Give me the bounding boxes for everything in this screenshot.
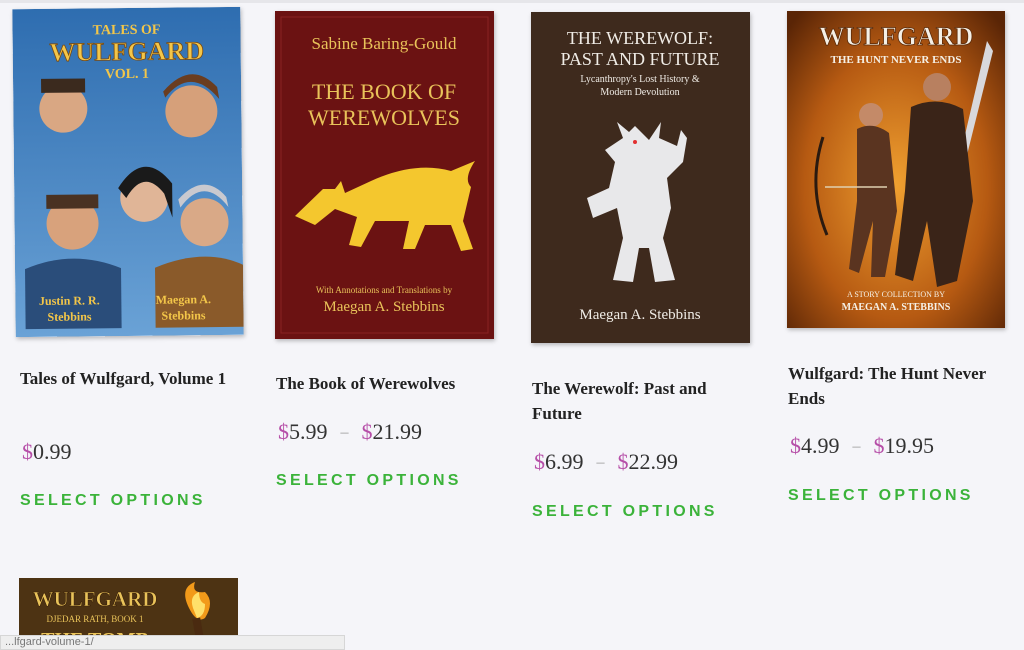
select-options-button[interactable]: SELECT OPTIONS	[20, 492, 206, 510]
product-price: $6.99– $22.99	[534, 449, 678, 475]
cover-author: Maegan A. Stebbins	[579, 307, 700, 323]
product-cover-image[interactable]: THE WEREWOLF: PAST AND FUTURE Lycanthrop…	[531, 12, 750, 343]
product-cover-image[interactable]: TALES OF WULFGARD VOL. 1 Justin R. R. St…	[12, 6, 244, 338]
currency-symbol: $	[361, 419, 373, 444]
cover-author: MAEGAN A. STEBBINS	[842, 302, 951, 313]
price-high: 21.99	[372, 419, 423, 444]
product-title[interactable]: Tales of Wulfgard, Volume 1	[20, 366, 235, 391]
product-price: $0.99	[22, 439, 72, 465]
cover-author-top: Sabine Baring-Gould	[312, 34, 457, 53]
cover-title-line1: THE WEREWOLF:	[567, 28, 713, 48]
cover-brand: WULFGARD	[819, 22, 974, 51]
cover-credit: A STORY COLLECTION BY	[847, 290, 945, 299]
product-cover-image[interactable]: WULFGARD THE HUNT NEVER ENDS A STORY COL…	[787, 11, 1005, 328]
price-separator: –	[340, 424, 349, 441]
price-high: 19.95	[884, 433, 935, 458]
cover-author: Maegan A. Stebbins	[323, 299, 444, 315]
price-value: 0.99	[33, 439, 72, 464]
svg-text:Stebbins: Stebbins	[47, 309, 91, 323]
product-title[interactable]: Wulfgard: The Hunt Never Ends	[788, 361, 1008, 411]
product-title[interactable]: The Book of Werewolves	[276, 371, 491, 396]
product-price: $4.99– $19.95	[790, 433, 934, 459]
status-bar-url: ...lfgard-volume-1/	[0, 635, 345, 650]
price-low: 6.99	[545, 449, 584, 474]
svg-text:Maegan A.: Maegan A.	[156, 292, 211, 307]
cover-title-line2: WEREWOLVES	[308, 105, 460, 130]
cover-subtitle-line2: Modern Devolution	[600, 87, 679, 98]
cover-credit: With Annotations and Translations by	[316, 285, 453, 295]
currency-symbol: $	[278, 419, 289, 444]
product-price: $5.99– $21.99	[278, 419, 422, 445]
top-divider	[0, 0, 1024, 3]
price-separator: –	[596, 454, 605, 471]
select-options-button[interactable]: SELECT OPTIONS	[276, 472, 462, 490]
svg-text:Stebbins: Stebbins	[161, 308, 205, 322]
select-options-button[interactable]: SELECT OPTIONS	[788, 487, 974, 505]
cover-title-line1: THE BOOK OF	[312, 79, 456, 104]
cover-tagline: THE HUNT NEVER ENDS	[831, 54, 962, 66]
currency-symbol: $	[617, 449, 629, 474]
price-high: 22.99	[628, 449, 679, 474]
currency-symbol: $	[22, 439, 33, 464]
currency-symbol: $	[790, 433, 801, 458]
cover-subtitle: DJEDAR RATH, BOOK 1	[46, 614, 143, 624]
product-cover-image[interactable]: Sabine Baring-Gould THE BOOK OF WEREWOLV…	[275, 11, 494, 339]
currency-symbol: $	[534, 449, 545, 474]
currency-symbol: $	[873, 433, 885, 458]
cover-subtitle-line1: Lycanthropy's Lost History &	[580, 74, 700, 85]
cover-volume: VOL. 1	[105, 67, 149, 82]
product-title[interactable]: The Werewolf: Past and Future	[532, 376, 747, 426]
price-separator: –	[852, 438, 861, 455]
cover-brand: WULFGARD	[49, 36, 204, 67]
select-options-button[interactable]: SELECT OPTIONS	[532, 503, 718, 521]
price-low: 4.99	[801, 433, 840, 458]
svg-text:Justin R. R.: Justin R. R.	[39, 293, 100, 308]
cover-title-line2: PAST AND FUTURE	[560, 49, 719, 69]
price-low: 5.99	[289, 419, 328, 444]
cover-brand: WULFGARD	[33, 587, 158, 611]
